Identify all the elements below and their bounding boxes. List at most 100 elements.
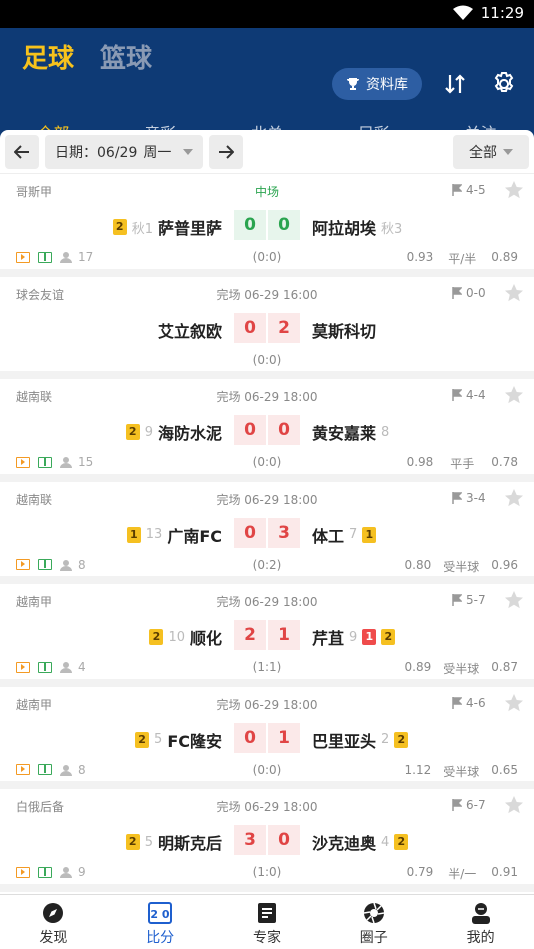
star-icon[interactable] xyxy=(504,795,524,815)
document-icon xyxy=(257,903,276,923)
tab-discover-label: 发现 xyxy=(39,930,68,946)
tab-discover[interactable]: 发现 xyxy=(0,895,107,949)
away-team-name: 巴里亚头 xyxy=(312,731,377,751)
yellow-card-badge: 2 xyxy=(125,424,140,440)
tab-mine[interactable]: 我的 xyxy=(427,895,534,949)
status-bar: 11:29 xyxy=(0,0,534,28)
away-team[interactable]: 巴里亚头 22 xyxy=(312,728,409,752)
match-footer: 8 (0:0) 1.12 受半球 0.65 xyxy=(0,763,534,779)
odds-away: 0.89 xyxy=(491,250,518,264)
home-team-name: FC隆安 xyxy=(167,731,222,751)
prev-day-button[interactable] xyxy=(5,134,39,169)
gear-icon[interactable] xyxy=(492,72,516,96)
tab-basketball[interactable]: 篮球 xyxy=(100,38,152,75)
away-team-name: 黄安嘉莱 xyxy=(312,424,377,443)
home-team[interactable]: 2 秋1 萨普里萨 xyxy=(112,215,222,239)
scope-filter[interactable]: 全部 xyxy=(453,134,529,169)
corner-count: 4-4 xyxy=(452,388,486,402)
team-row: 25 FC隆安 0 1 巴里亚头 22 xyxy=(0,722,534,753)
away-rank: 8 xyxy=(381,424,390,440)
tab-score-label: 比分 xyxy=(146,930,175,946)
app-header: 足球 篮球 资料库 全部 竞彩 北单 足彩 关注 xyxy=(0,28,534,154)
odds-handicap: 受半球 xyxy=(443,764,480,779)
away-team[interactable]: 阿拉胡埃 秋3 xyxy=(312,215,402,239)
away-team-name: 芹苴 xyxy=(312,629,345,648)
compass-icon xyxy=(43,903,64,923)
team-row: 艾立叙欧 0 2 莫斯科切 xyxy=(0,312,534,343)
yellow-card-badge: 2 xyxy=(125,834,140,850)
star-icon[interactable] xyxy=(504,385,524,405)
database-button[interactable]: 资料库 xyxy=(332,68,422,100)
tab-expert[interactable]: 专家 xyxy=(214,895,321,949)
home-team[interactable]: 25 明斯克后 xyxy=(125,830,222,854)
home-score: 0 xyxy=(234,722,266,753)
away-team[interactable]: 芹苴 912 xyxy=(312,625,396,649)
database-button-label: 资料库 xyxy=(366,77,408,93)
match-row[interactable]: 越南甲 完场 06-29 18:00 4-6 25 FC隆安 0 1 巴里亚头 … xyxy=(0,687,534,789)
away-rank: 2 xyxy=(381,732,390,747)
home-team[interactable]: 艾立叙欧 xyxy=(158,318,222,342)
home-team-name: 萨普里萨 xyxy=(157,219,222,238)
star-icon[interactable] xyxy=(504,180,524,200)
tab-score[interactable]: 2 0 比分 xyxy=(107,895,214,949)
score: 0 0 xyxy=(234,415,300,445)
star-icon[interactable] xyxy=(504,590,524,610)
team-row: 2 秋1 萨普里萨 0 0 阿拉胡埃 秋3 xyxy=(0,210,534,240)
away-team[interactable]: 沙克迪奥 42 xyxy=(312,830,409,854)
sort-icon[interactable] xyxy=(444,72,466,96)
odds-handicap: 平手 xyxy=(450,457,475,471)
scope-label: 全部 xyxy=(469,144,497,161)
arrow-right-icon xyxy=(219,144,234,159)
tab-circle[interactable]: 圈子 xyxy=(320,895,427,949)
next-day-button[interactable] xyxy=(209,134,243,169)
team-row: 2 10 顺化 2 1 芹苴 912 xyxy=(0,620,534,650)
away-team-name: 沙克迪奥 xyxy=(312,834,377,853)
match-row[interactable]: 球会友谊 完场 06-29 16:00 0-0 艾立叙欧 0 2 莫斯科切 (0… xyxy=(0,277,534,379)
flag-icon xyxy=(452,594,462,606)
odds-handicap: 受半球 xyxy=(443,559,480,574)
match-footer: 15 (0:0) 0.98 平手 0.78 xyxy=(0,455,534,471)
date-picker[interactable]: 日期：06/29 周一 xyxy=(45,134,203,169)
away-team[interactable]: 体工 71 xyxy=(312,523,377,547)
star-icon[interactable] xyxy=(504,693,524,713)
odds-away: 0.78 xyxy=(491,455,518,469)
match-row[interactable]: 越南联 完场 06-29 18:00 4-4 29 海防水泥 0 0 黄安嘉莱 … xyxy=(0,379,534,482)
odds-handicap: 半/一 xyxy=(448,867,477,881)
score: 3 0 xyxy=(234,825,300,855)
away-score: 2 xyxy=(268,312,300,343)
home-team[interactable]: 29 海防水泥 xyxy=(125,420,222,444)
home-team-name: 海防水泥 xyxy=(157,424,222,443)
home-team[interactable]: 2 10 顺化 xyxy=(149,625,222,649)
home-team[interactable]: 25 FC隆安 xyxy=(135,728,222,752)
home-team[interactable]: 1 13 广南FC xyxy=(126,523,222,547)
tab-circle-label: 圈子 xyxy=(359,930,388,946)
match-row[interactable]: 越南甲 完场 06-29 18:00 5-7 2 10 顺化 2 1 芹苴 912 xyxy=(0,584,534,687)
match-row[interactable]: 白俄后备 完场 06-29 18:00 6-7 25 明斯克后 3 0 沙克迪奥… xyxy=(0,789,534,892)
profile-icon xyxy=(471,903,490,924)
star-icon[interactable] xyxy=(504,283,524,303)
yellow-card-badge: 1 xyxy=(126,526,141,543)
odds-home: 1.12 xyxy=(404,762,432,777)
home-rank: 9 xyxy=(144,424,153,440)
score: 0 2 xyxy=(234,312,300,343)
match-footer: 8 (0:2) 0.80 受半球 0.96 xyxy=(0,558,534,574)
scoreboard-icon: 2 0 xyxy=(148,902,173,924)
away-team[interactable]: 莫斯科切 xyxy=(312,318,376,342)
wifi-icon xyxy=(452,5,473,20)
flag-icon xyxy=(452,491,462,504)
away-team-name: 阿拉胡埃 xyxy=(312,219,377,238)
star-icon[interactable] xyxy=(504,488,524,508)
match-row[interactable]: 越南联 完场 06-29 18:00 3-4 1 13 广南FC 0 3 体工 7… xyxy=(0,482,534,584)
flag-icon xyxy=(452,696,462,709)
odds-home: 0.98 xyxy=(406,455,434,469)
team-row: 25 明斯克后 3 0 沙克迪奥 42 xyxy=(0,825,534,855)
score: 0 0 xyxy=(234,210,300,240)
away-score: 0 xyxy=(268,415,300,445)
odds: 0.93 平/半 0.89 xyxy=(407,250,518,267)
away-team[interactable]: 黄安嘉莱 8 xyxy=(312,420,389,444)
tab-football[interactable]: 足球 xyxy=(22,38,74,75)
home-rank: 10 xyxy=(168,629,185,645)
arrow-left-icon xyxy=(14,144,29,159)
odds-handicap: 平/半 xyxy=(448,252,477,266)
match-row[interactable]: 哥斯甲 中场 4-5 2 秋1 萨普里萨 0 0 阿拉胡埃 秋3 17 (0:0… xyxy=(0,174,534,277)
